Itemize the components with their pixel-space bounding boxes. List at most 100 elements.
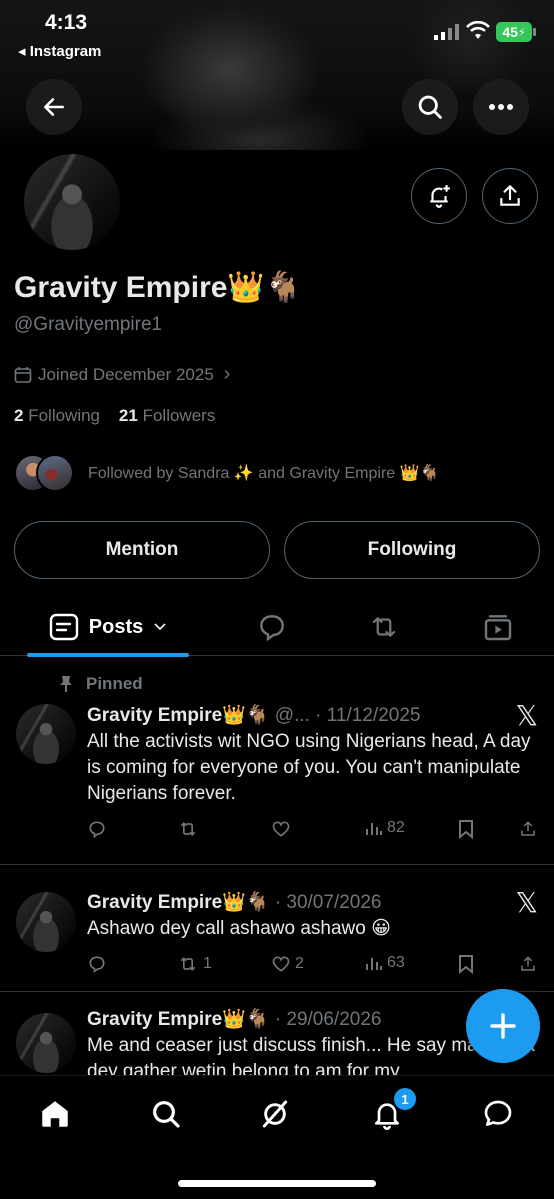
back-button[interactable]: [26, 79, 82, 135]
signal-icon: [434, 24, 460, 40]
search-icon: [153, 1101, 180, 1128]
x-logo-icon: 𝕏: [515, 887, 538, 918]
follow-stats: 2 Following 21 Followers: [14, 406, 215, 426]
profile-avatar: [24, 154, 120, 250]
bookmark-button[interactable]: [457, 819, 475, 839]
nav-messages[interactable]: [478, 1094, 518, 1134]
share-icon: [500, 185, 520, 206]
search-icon: [418, 95, 442, 119]
like-button[interactable]: [271, 819, 295, 839]
views-chart-icon: [366, 823, 382, 835]
bell-plus-icon: [430, 185, 450, 208]
bookmark-button[interactable]: [457, 954, 475, 974]
share-profile-button[interactable]: [482, 168, 538, 224]
reply-button[interactable]: [87, 954, 111, 974]
post-actions: 82: [87, 819, 537, 843]
nav-grok[interactable]: [255, 1094, 295, 1134]
post-text: All the activists wit NGO using Nigerian…: [87, 731, 531, 804]
following-label: Following: [28, 406, 101, 425]
repost-icon: [372, 617, 396, 637]
pinned-indicator: Pinned: [58, 674, 143, 694]
profile-handle: @Gravityempire1: [14, 314, 163, 335]
following-button[interactable]: Following: [284, 521, 540, 579]
profile-tabs: Posts: [0, 598, 554, 656]
more-options-button[interactable]: [473, 79, 529, 135]
share-button[interactable]: [519, 819, 537, 839]
reply-icon: [89, 821, 105, 839]
repost-button[interactable]: [177, 819, 203, 839]
views-button[interactable]: 82: [365, 819, 405, 837]
bookmark-icon: [459, 820, 473, 839]
tab-posts[interactable]: Posts: [27, 598, 189, 656]
repost-button[interactable]: 1: [177, 954, 212, 974]
followers-label: Followers: [142, 406, 216, 425]
following-link[interactable]: 2 Following: [14, 406, 100, 425]
arrow-left-icon: [44, 98, 64, 116]
nav-search[interactable]: [146, 1094, 186, 1134]
views-button[interactable]: 63: [365, 954, 405, 972]
post-meta: · 29/06/2026: [269, 1009, 382, 1030]
post-header: Gravity Empire👑🐐 @... · 11/12/2025: [87, 703, 420, 727]
post-item[interactable]: Gravity Empire👑🐐 · 30/07/2026 𝕏 Ashawo d…: [0, 866, 554, 992]
followed-by-text: Followed by Sandra ✨ and Gravity Empire …: [88, 465, 440, 482]
tab-reposts[interactable]: [360, 598, 408, 656]
posts-icon: [49, 613, 78, 641]
heart-icon: [272, 956, 290, 972]
post-header: Gravity Empire👑🐐 · 30/07/2026: [87, 890, 381, 914]
follower-avatar: [36, 454, 74, 492]
chevron-down-icon: [154, 623, 166, 631]
post-meta: · 30/07/2026: [269, 892, 382, 913]
share-button[interactable]: [519, 954, 537, 974]
joined-date[interactable]: Joined December 2025 ›: [14, 363, 230, 386]
reply-bubble-icon: [260, 615, 284, 642]
followed-by-row[interactable]: Followed by Sandra ✨ and Gravity Empire …: [14, 454, 439, 492]
followers-link[interactable]: 21 Followers: [119, 406, 215, 425]
x-logo-icon: 𝕏: [515, 700, 538, 731]
tab-media[interactable]: [474, 598, 522, 656]
repost-count: 1: [203, 955, 212, 972]
post-header: Gravity Empire👑🐐 · 29/06/2026: [87, 1007, 381, 1031]
post-avatar[interactable]: [16, 1013, 76, 1073]
repost-icon: [180, 821, 196, 837]
post-author: Gravity Empire👑🐐: [87, 705, 270, 726]
nav-home[interactable]: [35, 1094, 75, 1134]
search-button[interactable]: [402, 79, 458, 135]
notifications-subscribe-button[interactable]: [411, 168, 467, 224]
home-indicator: [178, 1180, 376, 1187]
back-to-app-link[interactable]: ◂ Instagram: [18, 42, 101, 60]
profile-avatar-ring[interactable]: [20, 150, 124, 254]
pin-icon: [60, 676, 72, 692]
share-icon: [521, 821, 535, 836]
following-count: 2: [14, 406, 24, 425]
post-avatar[interactable]: [16, 704, 76, 764]
post-actions: 1 2 63: [87, 954, 537, 978]
post-text: Ashawo dey call ashawo ashawo 😀: [87, 918, 391, 939]
post-meta: @... · 11/12/2025: [269, 705, 421, 726]
status-time: 4:13: [45, 11, 88, 34]
chevron-right-icon: ›: [223, 363, 231, 385]
grok-icon: [262, 1100, 288, 1128]
bookmark-icon: [459, 955, 473, 974]
post-author: Gravity Empire👑🐐: [87, 1009, 270, 1030]
message-bubble-icon: [484, 1100, 512, 1126]
share-icon: [521, 956, 535, 971]
repost-icon: [180, 956, 196, 972]
views-chart-icon: [366, 958, 382, 970]
pinned-label: Pinned: [86, 674, 143, 693]
battery-icon: 45 ⚡: [496, 22, 536, 42]
notification-badge: 1: [394, 1088, 416, 1110]
reply-button[interactable]: [87, 819, 111, 839]
compose-post-button[interactable]: [466, 989, 540, 1063]
post-author: Gravity Empire👑🐐: [87, 892, 270, 913]
followers-count: 21: [118, 406, 138, 425]
plus-icon: [490, 1013, 516, 1039]
views-count: 82: [387, 819, 405, 836]
tab-replies[interactable]: [248, 598, 296, 656]
joined-text: Joined December 2025: [38, 364, 214, 384]
post-item[interactable]: Pinned Gravity Empire👑🐐 @... · 11/12/202…: [0, 657, 554, 865]
calendar-icon: [14, 366, 32, 383]
post-avatar[interactable]: [16, 892, 76, 952]
more-horizontal-icon: [489, 104, 513, 110]
like-button[interactable]: 2: [271, 954, 304, 974]
mention-button[interactable]: Mention: [14, 521, 270, 579]
